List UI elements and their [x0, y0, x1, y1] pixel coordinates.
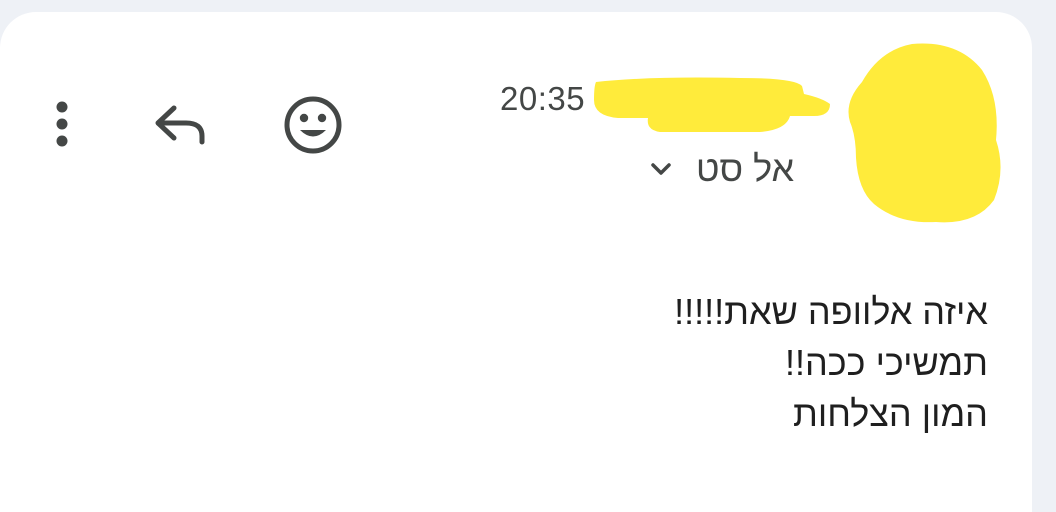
message-line: תמשיכי ככה!!: [784, 342, 988, 383]
redacted-sender-name: [594, 77, 830, 132]
redacted-avatar: [848, 43, 1001, 223]
chevron-down-icon: [651, 163, 671, 175]
more-vert-icon: [56, 101, 68, 147]
add-reaction-button[interactable]: [280, 92, 346, 158]
recipient-name: אל סט: [696, 148, 795, 189]
message-time: 20:35: [500, 80, 586, 117]
recipient-details-toggle[interactable]: אל סט: [646, 146, 794, 192]
message-line: המון הצלחות: [793, 393, 988, 434]
reply-button[interactable]: [148, 96, 212, 152]
more-options-button[interactable]: [40, 96, 84, 152]
emoji-reaction-icon: [284, 96, 342, 154]
message-line: איזה אלוופה שאת!!!!!: [674, 291, 988, 332]
message-body: איזה אלוופה שאת!!!!! תמשיכי ככה!! המון ה…: [388, 286, 988, 439]
reply-icon: [155, 105, 205, 145]
